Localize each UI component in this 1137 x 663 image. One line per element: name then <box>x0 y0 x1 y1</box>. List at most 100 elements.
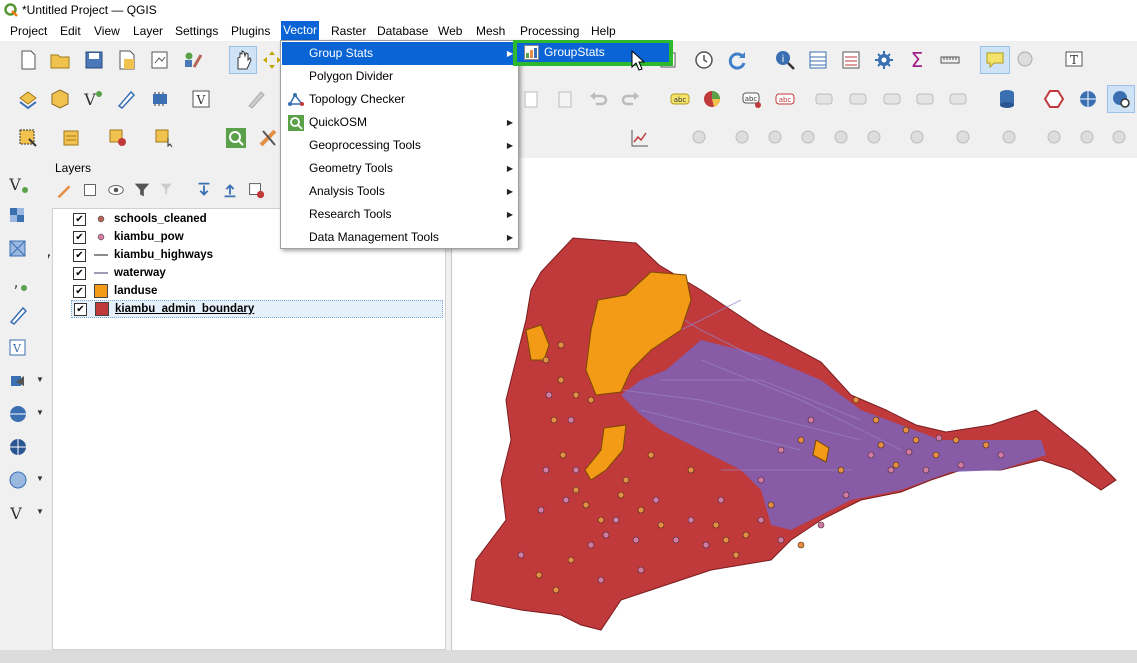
wms-dropdown-caret-icon[interactable]: ▼ <box>36 375 44 384</box>
menu-item-quickosm[interactable]: QuickOSM ▶ <box>282 111 517 134</box>
print-layout-icon[interactable] <box>148 48 172 72</box>
digitize-disabled-2-icon[interactable] <box>731 126 755 150</box>
save-project-icon[interactable] <box>82 48 106 72</box>
digitize-disabled-7-icon[interactable] <box>906 126 930 150</box>
digitize-disabled-5-icon[interactable] <box>830 126 854 150</box>
rotate-label-icon[interactable] <box>846 87 870 111</box>
sum-icon[interactable]: Σ <box>905 48 929 72</box>
digitize-disabled-10-icon[interactable] <box>1043 126 1067 150</box>
select-by-expression-icon[interactable] <box>60 126 84 150</box>
expand-all-icon[interactable] <box>194 180 214 200</box>
layer-row-kiambu-pow[interactable]: ✔ kiambu_pow <box>73 228 184 246</box>
add-vector-tile-icon[interactable]: V <box>6 501 30 525</box>
digitize-disabled-12-icon[interactable] <box>1108 126 1132 150</box>
menu-vector[interactable]: Vector <box>281 21 320 40</box>
change-label-icon[interactable] <box>880 87 904 111</box>
menu-project[interactable]: Project <box>8 23 49 39</box>
layer-visibility-checkbox[interactable]: ✔ <box>73 212 86 226</box>
digitize-disabled-3-icon[interactable] <box>764 126 788 150</box>
add-xyz-layer-icon[interactable] <box>6 468 30 492</box>
menu-help[interactable]: Help <box>589 23 618 39</box>
new-project-icon[interactable] <box>16 48 40 72</box>
xyz-dropdown-caret-icon[interactable]: ▼ <box>36 474 44 483</box>
identify-features-icon[interactable]: i <box>773 48 797 72</box>
vector-tile-caret-icon[interactable]: ▼ <box>36 507 44 516</box>
wfs-dropdown-caret-icon[interactable]: ▼ <box>36 408 44 417</box>
menu-item-research-tools[interactable]: Research Tools ▶ <box>282 203 517 226</box>
menu-web[interactable]: Web <box>436 23 464 39</box>
save-as-icon[interactable] <box>115 48 139 72</box>
manage-visibility-icon[interactable] <box>106 180 126 200</box>
menu-processing[interactable]: Processing <box>518 23 581 39</box>
menu-view[interactable]: View <box>92 23 122 39</box>
layer-visibility-checkbox[interactable]: ✔ <box>73 230 86 244</box>
menu-item-geometry-tools[interactable]: Geometry Tools ▶ <box>282 157 517 180</box>
show-hide-labels-icon[interactable]: abc <box>773 87 797 111</box>
layer-visibility-checkbox[interactable]: ✔ <box>74 302 87 316</box>
style-manager-icon[interactable] <box>181 48 205 72</box>
copy-features-icon[interactable] <box>519 87 543 111</box>
remove-layer-icon[interactable] <box>246 180 266 200</box>
add-mesh-layer-icon[interactable] <box>6 237 30 261</box>
layer-visibility-checkbox[interactable]: ✔ <box>73 284 86 298</box>
deselect-icon[interactable] <box>106 126 130 150</box>
add-spatialite-icon[interactable] <box>6 303 30 327</box>
menu-edit[interactable]: Edit <box>58 23 83 39</box>
layer-row-landuse[interactable]: ✔ landuse <box>73 282 157 300</box>
layer-row-schools-cleaned[interactable]: ✔ schools_cleaned <box>73 210 207 228</box>
toggle-editing-icon[interactable] <box>244 87 268 111</box>
layer-row-waterway[interactable]: ✔ waterway <box>73 264 166 282</box>
layer-visibility-checkbox[interactable]: ✔ <box>73 248 86 262</box>
profile-tool-icon[interactable] <box>628 126 652 150</box>
statistical-summary-icon[interactable] <box>839 48 863 72</box>
new-memory-layer-icon[interactable] <box>148 87 172 111</box>
map-canvas[interactable] <box>451 158 1137 650</box>
add-vector-layer-icon[interactable]: V <box>6 172 30 196</box>
layer-row-kiambu-admin-boundary[interactable]: ✔ kiambu_admin_boundary <box>71 300 443 318</box>
label-link-icon[interactable] <box>946 87 970 111</box>
text-annotation-icon[interactable]: T <box>1062 48 1086 72</box>
temporal-controller-icon[interactable] <box>692 48 716 72</box>
digitize-disabled-9-icon[interactable] <box>998 126 1022 150</box>
label-props-icon[interactable] <box>913 87 937 111</box>
submenu-item-groupstats[interactable]: GroupStats <box>517 43 669 62</box>
new-shapefile-icon[interactable]: V <box>81 87 105 111</box>
filter-expression-icon[interactable] <box>158 180 178 200</box>
digitize-icon[interactable] <box>114 87 138 111</box>
filter-legend-icon[interactable] <box>132 180 152 200</box>
map-tips-icon[interactable] <box>980 46 1010 74</box>
pin-labels-icon[interactable]: abc <box>740 87 764 111</box>
menu-item-group-stats[interactable]: Group Stats ▶ <box>282 42 517 65</box>
select-features-icon[interactable] <box>16 126 40 150</box>
data-source-manager-icon[interactable] <box>16 87 40 111</box>
digitize-disabled-1-icon[interactable] <box>688 126 712 150</box>
search-locator-icon[interactable] <box>224 126 248 150</box>
undo-icon[interactable] <box>586 87 610 111</box>
collapse-all-icon[interactable] <box>220 180 240 200</box>
menu-item-analysis-tools[interactable]: Analysis Tools ▶ <box>282 180 517 203</box>
add-delimited-text-icon[interactable]: , <box>6 270 30 294</box>
new-geopackage-icon[interactable] <box>48 87 72 111</box>
search-web-icon[interactable] <box>1107 85 1135 113</box>
menu-settings[interactable]: Settings <box>173 23 220 39</box>
select-location-icon[interactable] <box>152 126 176 150</box>
digitize-disabled-6-icon[interactable] <box>863 126 887 150</box>
add-group-icon[interactable] <box>80 180 100 200</box>
layer-visibility-checkbox[interactable]: ✔ <box>73 266 86 280</box>
menu-mesh[interactable]: Mesh <box>474 23 507 39</box>
database-icon[interactable] <box>995 87 1019 111</box>
digitize-disabled-4-icon[interactable] <box>797 126 821 150</box>
pan-map-icon[interactable] <box>229 46 257 74</box>
menu-plugins[interactable]: Plugins <box>229 23 272 39</box>
layer-styling-icon[interactable] <box>54 180 74 200</box>
add-wms-layer-icon[interactable] <box>6 369 30 393</box>
annotation-icon[interactable] <box>1014 48 1038 72</box>
menu-item-topology-checker[interactable]: Topology Checker <box>282 88 517 111</box>
add-wcs-layer-icon[interactable] <box>6 435 30 459</box>
layer-row-kiambu-highways[interactable]: ✔ kiambu_highways <box>73 246 213 264</box>
add-web-layer-icon[interactable] <box>1076 87 1100 111</box>
diagram-icon[interactable] <box>700 87 724 111</box>
menu-database[interactable]: Database <box>375 23 430 39</box>
add-raster-layer-icon[interactable] <box>6 204 30 228</box>
menu-item-polygon-divider[interactable]: Polygon Divider <box>282 65 517 88</box>
